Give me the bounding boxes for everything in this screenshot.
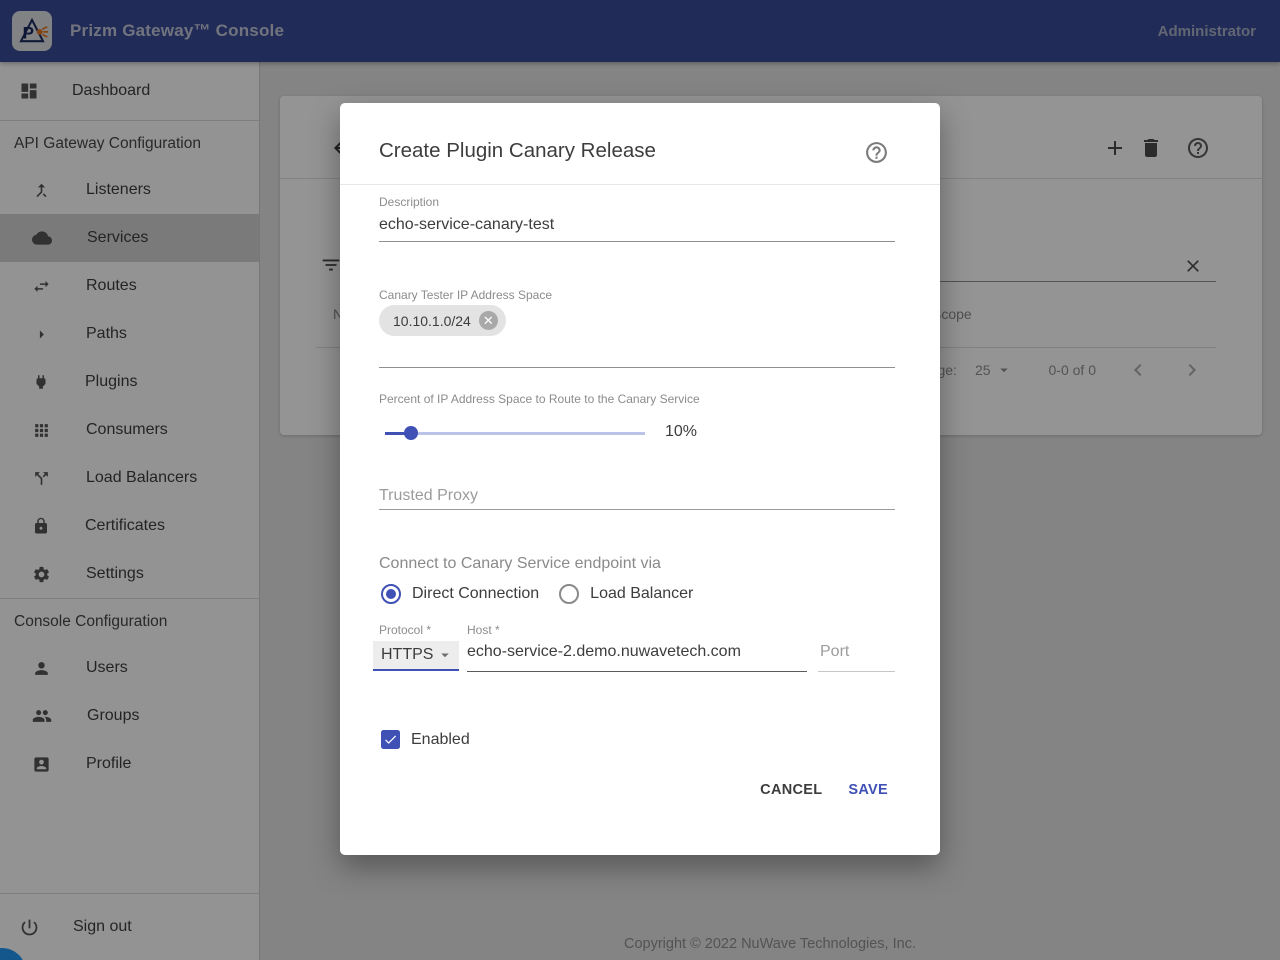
canary-ip-label: Canary Tester IP Address Space — [379, 288, 552, 302]
host-input[interactable]: echo-service-2.demo.nuwavetech.com — [467, 643, 741, 661]
dropdown-arrow-icon — [436, 646, 454, 664]
description-underline — [379, 241, 895, 242]
app-root: P Prizm Gateway™ Console Administrator D… — [0, 0, 1280, 960]
protocol-label: Protocol * — [379, 623, 431, 637]
cancel-button[interactable]: CANCEL — [760, 782, 822, 798]
connect-via-radio-group: Direct Connection Load Balancer — [381, 584, 693, 604]
protocol-value: HTTPS — [381, 646, 433, 664]
host-underline — [467, 671, 807, 672]
percent-value: 10% — [665, 423, 697, 441]
canary-ip-underline — [379, 367, 895, 368]
dialog-actions: CANCEL SAVE — [760, 782, 888, 798]
dialog-help-icon[interactable] — [864, 140, 889, 165]
ip-chip-value: 10.10.1.0/24 — [393, 313, 471, 329]
enabled-row: Enabled — [381, 730, 470, 749]
ip-chip[interactable]: 10.10.1.0/24 ✕ — [379, 305, 506, 336]
port-underline — [818, 671, 895, 672]
host-label: Host * — [467, 623, 500, 637]
dialog-header-divider — [340, 184, 940, 185]
trusted-proxy-underline — [379, 509, 895, 510]
enabled-label: Enabled — [411, 731, 470, 749]
percent-label: Percent of IP Address Space to Route to … — [379, 392, 700, 406]
dialog-title: Create Plugin Canary Release — [379, 139, 656, 163]
trusted-proxy-input[interactable]: Trusted Proxy — [379, 487, 478, 505]
radio-load-balancer[interactable] — [559, 584, 579, 604]
radio-direct-label: Direct Connection — [412, 585, 539, 603]
description-label: Description — [379, 195, 439, 209]
radio-direct-connection[interactable] — [381, 584, 401, 604]
description-input[interactable]: echo-service-canary-test — [379, 216, 554, 234]
protocol-select[interactable]: HTTPS — [373, 641, 459, 671]
percent-slider[interactable] — [385, 425, 645, 441]
radio-lb-label: Load Balancer — [590, 585, 693, 603]
chip-remove-icon[interactable]: ✕ — [479, 311, 498, 330]
save-button[interactable]: SAVE — [848, 782, 888, 798]
slider-thumb[interactable] — [404, 426, 418, 440]
port-input[interactable]: Port — [820, 643, 849, 661]
slider-track[interactable] — [385, 432, 645, 435]
enabled-checkbox[interactable] — [381, 730, 400, 749]
connect-via-label: Connect to Canary Service endpoint via — [379, 555, 661, 573]
create-canary-dialog: Create Plugin Canary Release Description… — [340, 103, 940, 855]
